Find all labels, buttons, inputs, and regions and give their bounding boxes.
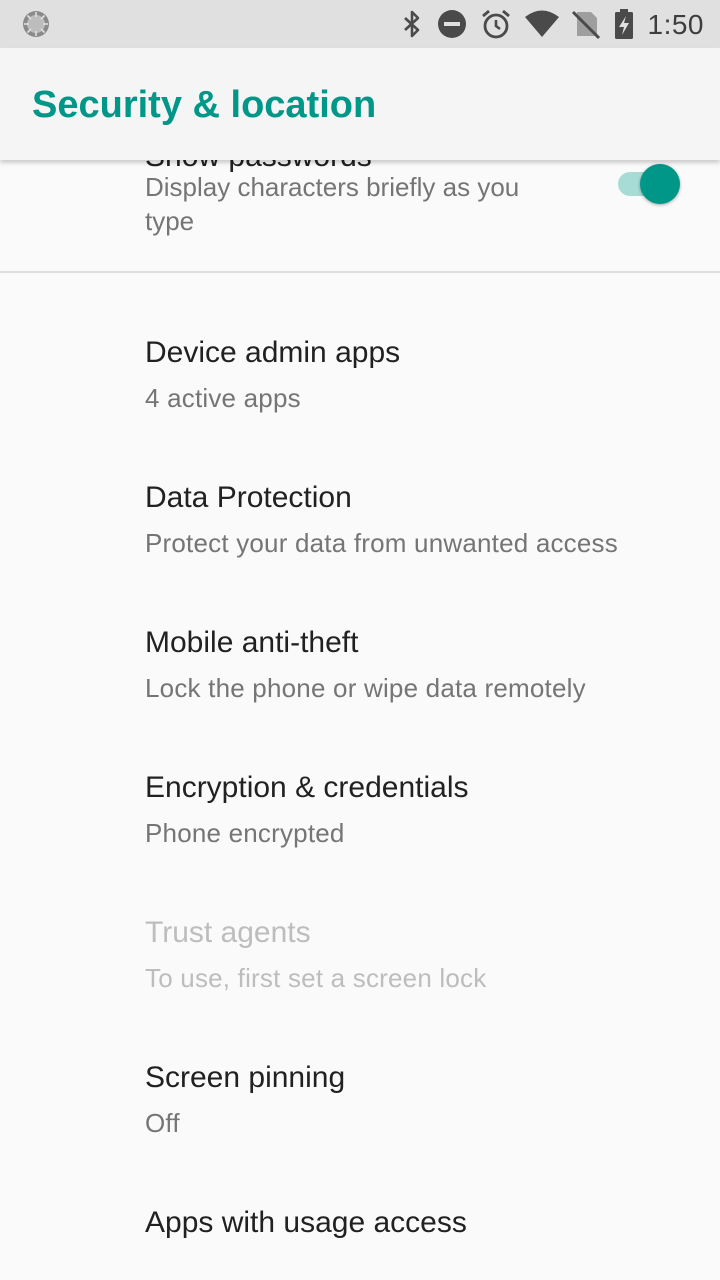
alarm-icon	[480, 8, 512, 40]
data-protection-item[interactable]: Data Protection Protect your data from u…	[0, 471, 720, 616]
screen-pinning-summary: Off	[145, 1108, 180, 1138]
wifi-icon	[524, 8, 560, 40]
bluetooth-icon	[396, 8, 428, 40]
device-admin-apps-summary: 4 active apps	[145, 383, 301, 413]
mobile-anti-theft-title: Mobile anti-theft	[145, 626, 359, 659]
show-passwords-summary: Display characters briefly as you type	[145, 172, 520, 236]
do-not-disturb-icon	[436, 8, 468, 40]
data-protection-title: Data Protection	[145, 481, 352, 514]
show-passwords-toggle[interactable]	[614, 163, 682, 205]
trust-agents-title: Trust agents	[145, 916, 311, 949]
apps-with-usage-access-item[interactable]: Apps with usage access	[0, 1196, 720, 1280]
data-protection-summary: Protect your data from unwanted access	[145, 528, 618, 558]
section-divider	[0, 271, 720, 273]
no-sim-icon	[570, 8, 602, 40]
encryption-credentials-summary: Phone encrypted	[145, 818, 345, 848]
page-title: Security & location	[32, 84, 377, 126]
settings-list[interactable]: Show passwords Display characters briefl…	[0, 160, 720, 1280]
status-bar: 1:50	[0, 0, 720, 48]
show-passwords-item[interactable]: Show passwords Display characters briefl…	[0, 160, 720, 273]
trust-agents-summary: To use, first set a screen lock	[145, 963, 487, 993]
screen: 1:50 Security & location Show passwords …	[0, 0, 720, 1280]
mobile-anti-theft-summary: Lock the phone or wipe data remotely	[145, 673, 586, 703]
notification-spinner-icon	[20, 8, 52, 40]
clock-time: 1:50	[647, 9, 704, 40]
trust-agents-item: Trust agents To use, first set a screen …	[0, 906, 720, 1051]
battery-charging-icon	[612, 8, 636, 40]
encryption-credentials-item[interactable]: Encryption & credentials Phone encrypted	[0, 761, 720, 906]
device-admin-apps-title: Device admin apps	[145, 336, 401, 369]
encryption-credentials-title: Encryption & credentials	[145, 771, 469, 804]
device-admin-apps-item[interactable]: Device admin apps 4 active apps	[0, 326, 720, 471]
screen-pinning-item[interactable]: Screen pinning Off	[0, 1051, 720, 1196]
app-bar: Security & location	[0, 48, 720, 160]
mobile-anti-theft-item[interactable]: Mobile anti-theft Lock the phone or wipe…	[0, 616, 720, 761]
apps-with-usage-access-title: Apps with usage access	[145, 1206, 467, 1239]
screen-pinning-title: Screen pinning	[145, 1061, 346, 1094]
toggle-thumb	[640, 164, 680, 204]
